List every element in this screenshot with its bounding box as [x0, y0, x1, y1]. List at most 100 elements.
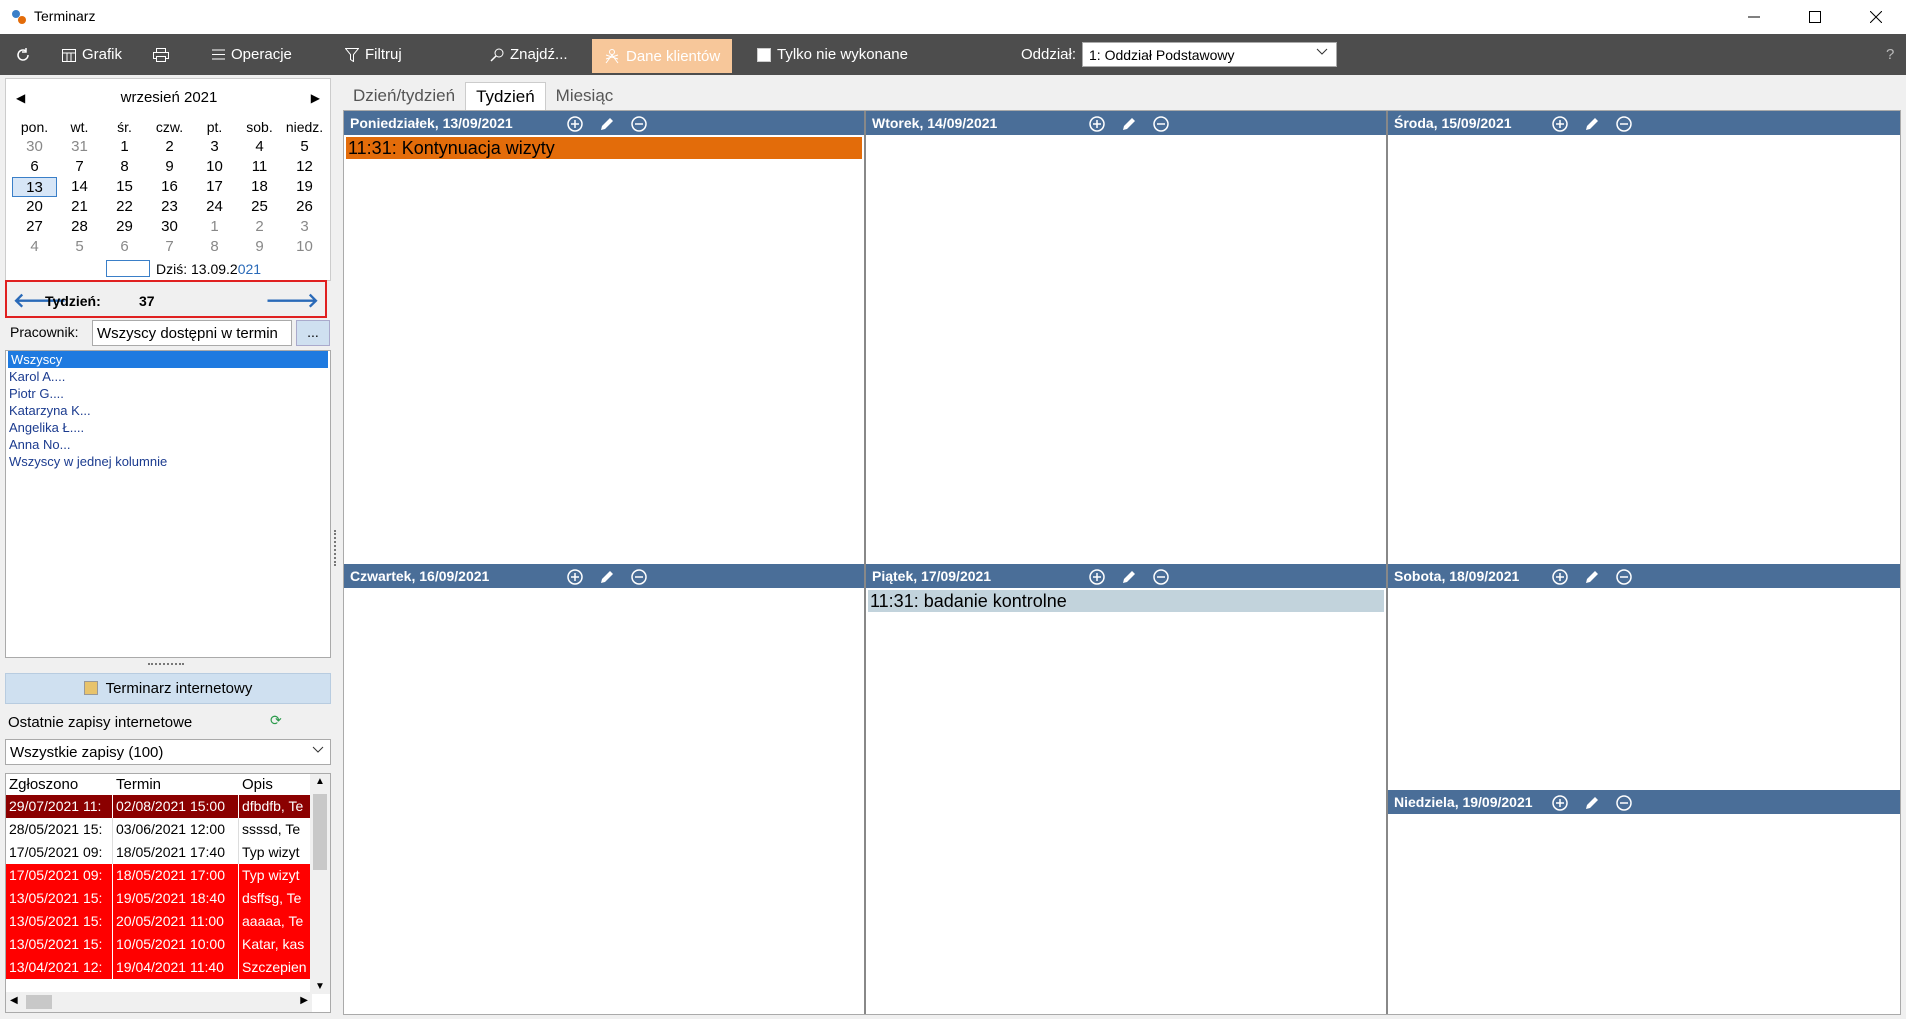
add-icon[interactable]	[566, 115, 584, 133]
calendar-day[interactable]: 18	[237, 177, 282, 197]
day-column-saturday[interactable]: Sobota, 18/09/2021	[1388, 564, 1900, 790]
tab-miesiac[interactable]: Miesiąc	[546, 82, 624, 110]
table-row[interactable]: 13/05/2021 15: 20/05/2021 11:00 aaaaa, T…	[6, 910, 330, 933]
filtruj-button[interactable]: Filtruj	[345, 34, 402, 75]
calendar-day[interactable]: 10	[192, 157, 237, 177]
scroll-thumb[interactable]	[26, 995, 52, 1009]
maximize-button[interactable]	[1787, 0, 1843, 34]
tab-dzien-tydzien[interactable]: Dzień/tydzień	[343, 82, 465, 110]
tab-tydzien[interactable]: Tydzień	[465, 82, 546, 110]
add-icon[interactable]	[1551, 568, 1569, 586]
calendar-day[interactable]: 9	[147, 157, 192, 177]
day-column-tuesday[interactable]: Wtorek, 14/09/2021	[866, 111, 1386, 564]
add-icon[interactable]	[1551, 115, 1569, 133]
column-header[interactable]: Termin	[113, 774, 239, 795]
table-row[interactable]: 13/05/2021 15: 19/05/2021 18:40 dsffsg, …	[6, 887, 330, 910]
calendar-day[interactable]: 8	[192, 237, 237, 257]
calendar-day[interactable]: 23	[147, 197, 192, 217]
employee-item-one-column[interactable]: Wszyscy w jednej kolumnie	[6, 453, 330, 470]
calendar-day[interactable]: 6	[12, 157, 57, 177]
calendar-day[interactable]: 30	[147, 217, 192, 237]
calendar-day[interactable]: 3	[282, 217, 327, 237]
edit-pencil-icon[interactable]	[1583, 568, 1601, 586]
oddzial-select[interactable]: 1: Oddział Podstawowy	[1082, 42, 1337, 67]
grafik-button[interactable]: Grafik	[62, 34, 122, 75]
calendar-day[interactable]: 27	[12, 217, 57, 237]
scroll-up-icon[interactable]: ▲	[315, 776, 325, 787]
add-icon[interactable]	[1088, 568, 1106, 586]
dane-klientow-button[interactable]: Dane klientów	[592, 39, 733, 73]
calendar-day[interactable]: 16	[147, 177, 192, 197]
appointment-event[interactable]: 11:31: Kontynuacja wizyty	[346, 137, 862, 159]
calendar-day[interactable]: 15	[102, 177, 147, 197]
remove-icon[interactable]	[1152, 568, 1170, 586]
scroll-down-icon[interactable]: ▼	[315, 981, 325, 992]
calendar-day[interactable]: 7	[147, 237, 192, 257]
remove-icon[interactable]	[1615, 794, 1633, 812]
next-month-icon[interactable]: ▶	[311, 91, 320, 105]
next-week-arrow-icon[interactable]: 🡒	[265, 288, 319, 313]
terminarz-internetowy-button[interactable]: Terminarz internetowy	[5, 673, 331, 704]
calendar-day[interactable]: 7	[57, 157, 102, 177]
today-row[interactable]: Dziś: 13.09.2021	[106, 260, 261, 277]
employee-item[interactable]: Katarzyna K...	[6, 402, 330, 419]
calendar-day[interactable]: 28	[57, 217, 102, 237]
employee-item[interactable]: Anna No...	[6, 436, 330, 453]
tylko-nie-wykonane-checkbox[interactable]: Tylko nie wykonane	[757, 34, 908, 75]
calendar-day[interactable]: 26	[282, 197, 327, 217]
znajdz-button[interactable]: Znajdź...	[490, 34, 568, 75]
close-button[interactable]	[1848, 0, 1904, 34]
calendar-day[interactable]: 9	[237, 237, 282, 257]
calendar-day[interactable]: 17	[192, 177, 237, 197]
calendar-day[interactable]: 1	[192, 217, 237, 237]
calendar-day[interactable]: 3	[192, 137, 237, 157]
horizontal-scrollbar[interactable]: ◀ ▶	[6, 992, 312, 1012]
operacje-button[interactable]: Operacje	[212, 34, 292, 75]
pracownik-more-button[interactable]: ...	[296, 320, 330, 346]
table-row[interactable]: 17/05/2021 09: 18/05/2021 17:00 Typ wizy…	[6, 864, 330, 887]
calendar-day[interactable]: 2	[147, 137, 192, 157]
edit-pencil-icon[interactable]	[1120, 568, 1138, 586]
add-icon[interactable]	[1088, 115, 1106, 133]
add-icon[interactable]	[566, 568, 584, 586]
day-column-monday[interactable]: Poniedziałek, 13/09/2021 11:31: Kontynua…	[344, 111, 864, 564]
vertical-scrollbar[interactable]: ▲ ▼	[310, 774, 330, 994]
minimize-button[interactable]	[1726, 0, 1782, 34]
employee-item-wszyscy[interactable]: Wszyscy	[8, 351, 328, 368]
calendar-day[interactable]: 19	[282, 177, 327, 197]
calendar-day[interactable]: 5	[282, 137, 327, 157]
pracownik-select[interactable]: Wszyscy dostępni w termin	[92, 320, 292, 346]
calendar-day[interactable]: 6	[102, 237, 147, 257]
day-column-sunday[interactable]: Niedziela, 19/09/2021	[1388, 790, 1900, 1014]
remove-icon[interactable]	[1615, 568, 1633, 586]
calendar-day-selected[interactable]: 13	[12, 177, 57, 197]
calendar-day[interactable]: 2	[237, 217, 282, 237]
add-icon[interactable]	[1551, 794, 1569, 812]
calendar-day[interactable]: 12	[282, 157, 327, 177]
calendar-day[interactable]: 21	[57, 197, 102, 217]
sync-icon[interactable]: ⟳	[270, 712, 282, 729]
employee-item[interactable]: Karol A....	[6, 368, 330, 385]
column-header[interactable]: Zgłoszono	[6, 774, 113, 795]
calendar-day[interactable]: 31	[57, 137, 102, 157]
employee-item[interactable]: Angelika Ł....	[6, 419, 330, 436]
calendar-day[interactable]: 4	[237, 137, 282, 157]
edit-pencil-icon[interactable]	[1120, 115, 1138, 133]
horizontal-splitter[interactable]	[148, 663, 184, 666]
remove-icon[interactable]	[630, 568, 648, 586]
calendar-day[interactable]: 25	[237, 197, 282, 217]
scroll-right-icon[interactable]: ▶	[300, 995, 308, 1006]
remove-icon[interactable]	[1615, 115, 1633, 133]
edit-pencil-icon[interactable]	[598, 568, 616, 586]
edit-pencil-icon[interactable]	[1583, 794, 1601, 812]
calendar-day[interactable]: 4	[12, 237, 57, 257]
table-row[interactable]: 28/05/2021 15: 03/06/2021 12:00 ssssd, T…	[6, 818, 330, 841]
calendar-day[interactable]: 30	[12, 137, 57, 157]
day-column-wednesday[interactable]: Środa, 15/09/2021	[1388, 111, 1900, 564]
edit-pencil-icon[interactable]	[598, 115, 616, 133]
calendar-day[interactable]: 14	[57, 177, 102, 197]
calendar-day[interactable]: 11	[237, 157, 282, 177]
day-column-thursday[interactable]: Czwartek, 16/09/2021	[344, 564, 864, 1014]
table-row[interactable]: 13/05/2021 15: 10/05/2021 10:00 Katar, k…	[6, 933, 330, 956]
edit-pencil-icon[interactable]	[1583, 115, 1601, 133]
